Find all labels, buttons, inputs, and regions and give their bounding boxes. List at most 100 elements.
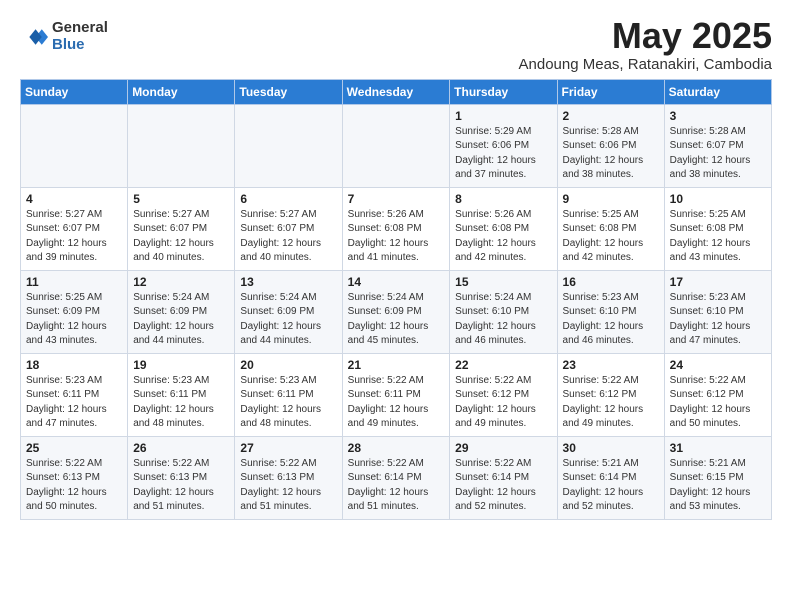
calendar-cell: 9Sunrise: 5:25 AM Sunset: 6:08 PM Daylig… [557, 187, 664, 270]
day-detail: Sunrise: 5:23 AM Sunset: 6:11 PM Dayligh… [133, 374, 229, 432]
calendar-cell: 6 Sunrise: 5:27 AM Sunset: 6:07 PM Daylig… [235, 187, 342, 270]
day-number: 13 [240, 275, 336, 289]
logo-icon [20, 23, 48, 51]
day-detail: Sunrise: 5:27 AM Sunset: 6:07 PM Dayligh… [240, 208, 336, 266]
calendar-cell: 30 Sunrise: 5:21 AM Sunset: 6:14 PM Dayli… [557, 436, 664, 519]
week-row-4: 18 Sunrise: 5:23 AM Sunset: 6:11 PM Dayli… [21, 353, 772, 436]
day-detail: Sunrise: 5:24 AM Sunset: 6:10 PM Dayligh… [455, 291, 551, 349]
week-row-2: 4 Sunrise: 5:27 AM Sunset: 6:07 PM Daylig… [21, 187, 772, 270]
calendar-cell [235, 104, 342, 187]
day-number: 31 [670, 441, 766, 455]
day-detail: Sunrise: 5:27 AM Sunset: 6:07 PM Dayligh… [133, 208, 229, 266]
day-number: 25 [26, 441, 122, 455]
day-number: 8 [455, 192, 551, 206]
calendar-cell: 7 Sunrise: 5:26 AM Sunset: 6:08 PM Daylig… [342, 187, 450, 270]
day-number: 29 [455, 441, 551, 455]
header-day-tuesday: Tuesday [235, 79, 342, 104]
calendar-cell: 13 Sunrise: 5:24 AM Sunset: 6:09 PM Dayli… [235, 270, 342, 353]
calendar-cell: 8 Sunrise: 5:26 AM Sunset: 6:08 PM Daylig… [450, 187, 557, 270]
calendar-cell: 16Sunrise: 5:23 AM Sunset: 6:10 PM Dayli… [557, 270, 664, 353]
day-number: 2 [563, 109, 659, 123]
logo: General Blue [20, 20, 108, 53]
day-number: 24 [670, 358, 766, 372]
day-detail: Sunrise: 5:23 AM Sunset: 6:11 PM Dayligh… [240, 374, 336, 432]
day-detail: Sunrise: 5:25 AM Sunset: 6:09 PM Dayligh… [26, 291, 122, 349]
day-detail: Sunrise: 5:28 AM Sunset: 6:07 PM Dayligh… [670, 125, 766, 183]
day-detail: Sunrise: 5:22 AM Sunset: 6:14 PM Dayligh… [348, 457, 445, 515]
day-number: 26 [133, 441, 229, 455]
day-detail: Sunrise: 5:21 AM Sunset: 6:14 PM Dayligh… [563, 457, 659, 515]
day-number: 11 [26, 275, 122, 289]
calendar-cell: 5 Sunrise: 5:27 AM Sunset: 6:07 PM Daylig… [128, 187, 235, 270]
week-row-1: 1 Sunrise: 5:29 AM Sunset: 6:06 PM Daylig… [21, 104, 772, 187]
calendar-cell [21, 104, 128, 187]
calendar-cell: 19 Sunrise: 5:23 AM Sunset: 6:11 PM Dayli… [128, 353, 235, 436]
page-header: General Blue May 2025 Andoung Meas, Rata… [20, 16, 772, 73]
day-detail: Sunrise: 5:22 AM Sunset: 6:13 PM Dayligh… [26, 457, 122, 515]
day-number: 3 [670, 109, 766, 123]
day-detail: Sunrise: 5:23 AM Sunset: 6:10 PM Dayligh… [670, 291, 766, 349]
day-detail: Sunrise: 5:29 AM Sunset: 6:06 PM Dayligh… [455, 125, 551, 183]
calendar-cell: 10Sunrise: 5:25 AM Sunset: 6:08 PM Dayli… [664, 187, 771, 270]
day-detail: Sunrise: 5:26 AM Sunset: 6:08 PM Dayligh… [455, 208, 551, 266]
day-number: 14 [348, 275, 445, 289]
day-detail: Sunrise: 5:22 AM Sunset: 6:12 PM Dayligh… [563, 374, 659, 432]
day-detail: Sunrise: 5:24 AM Sunset: 6:09 PM Dayligh… [240, 291, 336, 349]
day-detail: Sunrise: 5:23 AM Sunset: 6:11 PM Dayligh… [26, 374, 122, 432]
calendar-table: SundayMondayTuesdayWednesdayThursdayFrid… [20, 79, 772, 520]
calendar-cell: 27 Sunrise: 5:22 AM Sunset: 6:13 PM Dayli… [235, 436, 342, 519]
day-number: 15 [455, 275, 551, 289]
day-number: 7 [348, 192, 445, 206]
day-number: 23 [563, 358, 659, 372]
header-day-friday: Friday [557, 79, 664, 104]
calendar-cell: 11 Sunrise: 5:25 AM Sunset: 6:09 PM Dayli… [21, 270, 128, 353]
header-row: SundayMondayTuesdayWednesdayThursdayFrid… [21, 79, 772, 104]
day-number: 18 [26, 358, 122, 372]
header-day-wednesday: Wednesday [342, 79, 450, 104]
day-number: 27 [240, 441, 336, 455]
logo-general: General [52, 20, 108, 37]
day-detail: Sunrise: 5:21 AM Sunset: 6:15 PM Dayligh… [670, 457, 766, 515]
calendar-cell: 24Sunrise: 5:22 AM Sunset: 6:12 PM Dayli… [664, 353, 771, 436]
calendar-cell: 20 Sunrise: 5:23 AM Sunset: 6:11 PM Dayli… [235, 353, 342, 436]
header-day-thursday: Thursday [450, 79, 557, 104]
day-number: 22 [455, 358, 551, 372]
day-detail: Sunrise: 5:22 AM Sunset: 6:13 PM Dayligh… [133, 457, 229, 515]
calendar-cell: 22Sunrise: 5:22 AM Sunset: 6:12 PM Dayli… [450, 353, 557, 436]
day-number: 19 [133, 358, 229, 372]
day-number: 5 [133, 192, 229, 206]
day-detail: Sunrise: 5:22 AM Sunset: 6:13 PM Dayligh… [240, 457, 336, 515]
calendar-cell: 4Sunrise: 5:27 AM Sunset: 6:07 PM Daylig… [21, 187, 128, 270]
title-block: May 2025 Andoung Meas, Ratanakiri, Cambo… [519, 16, 772, 73]
day-detail: Sunrise: 5:24 AM Sunset: 6:09 PM Dayligh… [348, 291, 445, 349]
calendar-cell: 2Sunrise: 5:28 AM Sunset: 6:06 PM Daylig… [557, 104, 664, 187]
calendar-cell: 3 Sunrise: 5:28 AM Sunset: 6:07 PM Daylig… [664, 104, 771, 187]
day-detail: Sunrise: 5:24 AM Sunset: 6:09 PM Dayligh… [133, 291, 229, 349]
calendar-cell: 26 Sunrise: 5:22 AM Sunset: 6:13 PM Dayli… [128, 436, 235, 519]
day-number: 21 [348, 358, 445, 372]
calendar-cell: 18 Sunrise: 5:23 AM Sunset: 6:11 PM Dayli… [21, 353, 128, 436]
calendar-cell: 31 Sunrise: 5:21 AM Sunset: 6:15 PM Dayli… [664, 436, 771, 519]
day-number: 20 [240, 358, 336, 372]
calendar-cell [342, 104, 450, 187]
calendar-header: SundayMondayTuesdayWednesdayThursdayFrid… [21, 79, 772, 104]
logo-blue: Blue [52, 37, 108, 54]
calendar-cell: 21Sunrise: 5:22 AM Sunset: 6:11 PM Dayli… [342, 353, 450, 436]
day-detail: Sunrise: 5:23 AM Sunset: 6:10 PM Dayligh… [563, 291, 659, 349]
day-detail: Sunrise: 5:25 AM Sunset: 6:08 PM Dayligh… [563, 208, 659, 266]
calendar-cell: 17Sunrise: 5:23 AM Sunset: 6:10 PM Dayli… [664, 270, 771, 353]
day-number: 4 [26, 192, 122, 206]
calendar-cell: 15 Sunrise: 5:24 AM Sunset: 6:10 PM Dayli… [450, 270, 557, 353]
subtitle: Andoung Meas, Ratanakiri, Cambodia [519, 56, 772, 73]
calendar-body: 1 Sunrise: 5:29 AM Sunset: 6:06 PM Daylig… [21, 104, 772, 519]
header-day-monday: Monday [128, 79, 235, 104]
day-number: 1 [455, 109, 551, 123]
calendar-cell: 29Sunrise: 5:22 AM Sunset: 6:14 PM Dayli… [450, 436, 557, 519]
calendar-cell: 14 Sunrise: 5:24 AM Sunset: 6:09 PM Dayli… [342, 270, 450, 353]
calendar-cell [128, 104, 235, 187]
day-detail: Sunrise: 5:26 AM Sunset: 6:08 PM Dayligh… [348, 208, 445, 266]
calendar-cell: 23 Sunrise: 5:22 AM Sunset: 6:12 PM Dayli… [557, 353, 664, 436]
header-day-saturday: Saturday [664, 79, 771, 104]
day-number: 6 [240, 192, 336, 206]
day-number: 30 [563, 441, 659, 455]
